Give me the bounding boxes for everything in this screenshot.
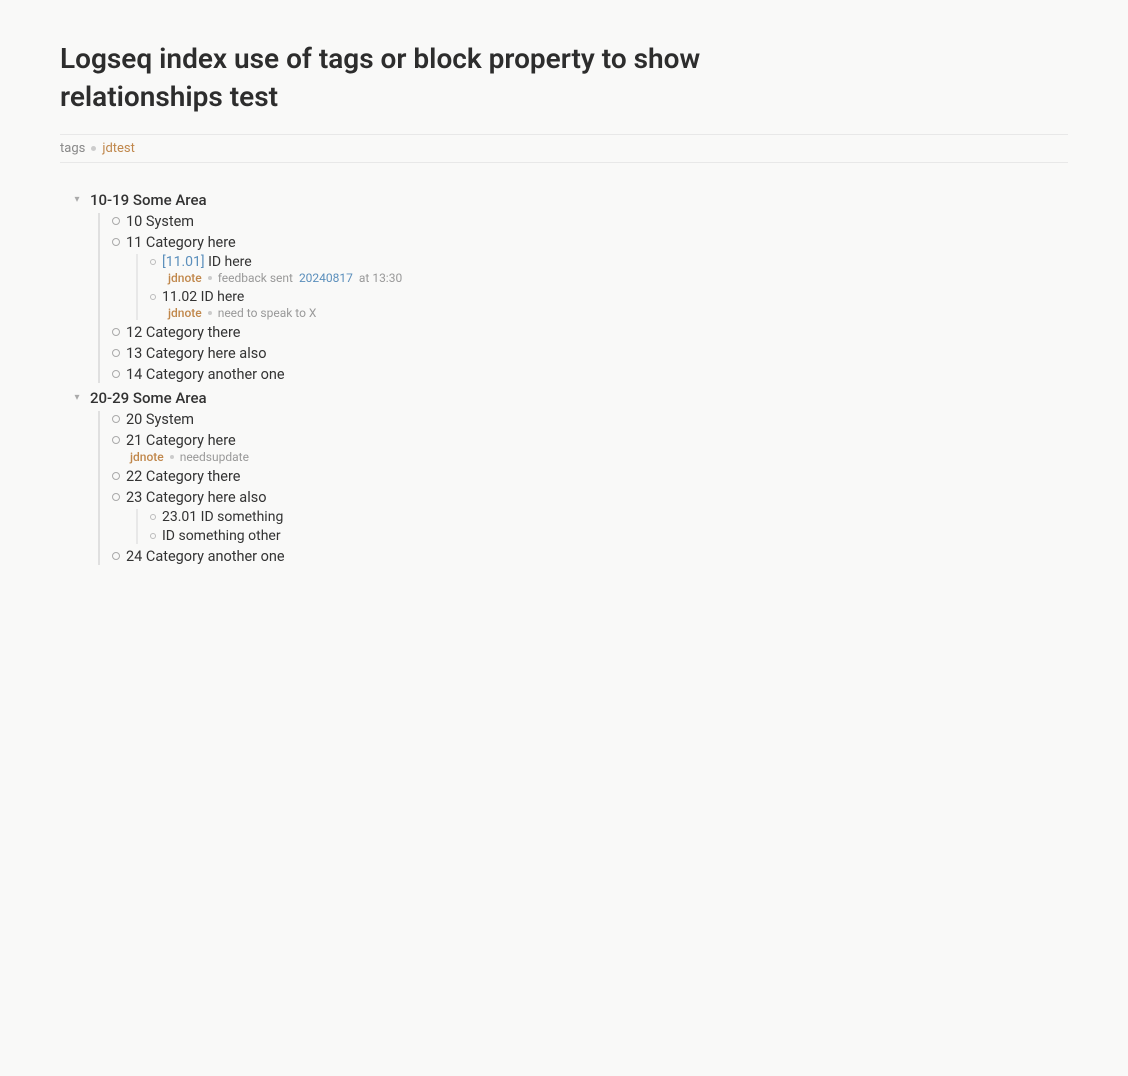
grandchild-label: ID something other [162, 528, 281, 544]
meta-date: 20240817 [299, 271, 353, 285]
bullet-icon [150, 259, 156, 265]
meta-tag[interactable]: jdnote [168, 306, 202, 320]
child-item: 23 Category here also 23.01 ID something I… [112, 489, 1068, 544]
child-label: 24 Category another one [126, 548, 285, 565]
meta-dot [170, 455, 174, 459]
child-item: 13 Category here also [112, 345, 1068, 362]
meta-text-prefix: feedback sent [218, 271, 293, 285]
child-item: 20 System [112, 411, 1068, 428]
child-item: 22 Category there [112, 468, 1068, 485]
breadcrumb-link[interactable]: jdtest [102, 141, 135, 156]
grandchild-meta-row: jdnote feedback sent 20240817 at 13:30 [168, 271, 1068, 285]
child-row[interactable]: 14 Category another one [112, 366, 1068, 383]
bullet-icon [112, 415, 120, 423]
child-row[interactable]: 24 Category another one [112, 548, 1068, 565]
meta-text: need to speak to X [218, 306, 317, 320]
child-item: 24 Category another one [112, 548, 1068, 565]
meta-dot [208, 276, 212, 280]
child-label: 13 Category here also [126, 345, 266, 362]
bullet-icon [112, 472, 120, 480]
bullet-icon [150, 294, 156, 300]
meta-tag[interactable]: jdnote [130, 450, 164, 464]
child-row[interactable]: 23 Category here also [112, 489, 1068, 506]
grandchild-label: 23.01 ID something [162, 509, 283, 525]
grandchild-item: [11.01] ID herejdnote feedback sent 20240… [150, 254, 1068, 285]
breadcrumb-prefix: tags [60, 141, 85, 156]
grandchild-label: [11.01] ID here [162, 254, 252, 270]
bullet-icon [112, 238, 120, 246]
grandchild-item: 11.02 ID herejdnote need to speak to X [150, 289, 1068, 320]
child-label: 20 System [126, 411, 194, 428]
child-label: 12 Category there [126, 324, 240, 341]
child-label: 21 Category here [126, 432, 236, 449]
child-item: 11 Category here[11.01] ID herejdnotefee… [112, 234, 1068, 320]
child-row[interactable]: 12 Category there [112, 324, 1068, 341]
grandchild-item: ID something other [150, 528, 1068, 544]
area-block: ▾ 10-19 Some Area 10 System 11 Category her… [70, 191, 1068, 383]
area-label: 20-29 Some Area [90, 389, 207, 407]
toggle-arrow-icon[interactable]: ▾ [70, 193, 84, 207]
bullet-icon [150, 533, 156, 539]
child-row[interactable]: 22 Category there [112, 468, 1068, 485]
area-label: 10-19 Some Area [90, 191, 207, 209]
child-row[interactable]: 20 System [112, 411, 1068, 428]
breadcrumb: tags jdtest [60, 134, 1068, 163]
bullet-icon [150, 514, 156, 520]
grandchild-item: 23.01 ID something [150, 509, 1068, 525]
bullet-icon [112, 349, 120, 357]
child-item: 12 Category there [112, 324, 1068, 341]
grandchildren: [11.01] ID herejdnotefeedback sent 20240… [136, 254, 1068, 320]
bullet-icon [112, 493, 120, 501]
child-row[interactable]: 21 Category here [112, 432, 1068, 449]
child-label: 11 Category here [126, 234, 236, 251]
bracket-id: [11.01] [162, 254, 205, 270]
grandchild-row[interactable]: [11.01] ID here [150, 254, 1068, 270]
page-title: Logseq index use of tags or block proper… [60, 40, 740, 116]
grandchild-row[interactable]: 23.01 ID something [150, 509, 1068, 525]
meta-text-suffix: at 13:30 [359, 271, 402, 285]
grandchild-meta-row: jdnote need to speak to X [168, 306, 1068, 320]
grandchild-row[interactable]: ID something other [150, 528, 1068, 544]
child-label: 14 Category another one [126, 366, 285, 383]
bullet-icon [112, 217, 120, 225]
child-item: 14 Category another one [112, 366, 1068, 383]
grandchildren: 23.01 ID something ID something other [136, 509, 1068, 544]
child-label: 10 System [126, 213, 194, 230]
outline: ▾ 10-19 Some Area 10 System 11 Category her… [70, 191, 1068, 565]
grandchild-label: 11.02 ID here [162, 289, 244, 305]
bullet-icon [112, 436, 120, 444]
breadcrumb-separator [91, 146, 96, 151]
child-label: 22 Category there [126, 468, 240, 485]
meta-text: needsupdate [180, 450, 249, 464]
meta-tag[interactable]: jdnote [168, 271, 202, 285]
toggle-arrow-icon[interactable]: ▾ [70, 391, 84, 405]
child-row[interactable]: 10 System [112, 213, 1068, 230]
bullet-icon [112, 370, 120, 378]
area-header[interactable]: ▾ 10-19 Some Area [70, 191, 1068, 209]
child-label: 23 Category here also [126, 489, 266, 506]
child-item: 10 System [112, 213, 1068, 230]
inline-meta-row: jdnote needsupdate [130, 450, 1068, 464]
child-row[interactable]: 13 Category here also [112, 345, 1068, 362]
area-block: ▾ 20-29 Some Area 20 System 21 Category her… [70, 389, 1068, 565]
child-item: 21 Category herejdnote needsupdate [112, 432, 1068, 464]
child-row[interactable]: 11 Category here [112, 234, 1068, 251]
bullet-icon [112, 552, 120, 560]
area-children: 10 System 11 Category here [11.01] ID here… [98, 213, 1068, 383]
meta-dot [208, 311, 212, 315]
area-header[interactable]: ▾ 20-29 Some Area [70, 389, 1068, 407]
area-children: 20 System 21 Category herejdnote needsupda… [98, 411, 1068, 565]
grandchild-row[interactable]: 11.02 ID here [150, 289, 1068, 305]
bullet-icon [112, 328, 120, 336]
